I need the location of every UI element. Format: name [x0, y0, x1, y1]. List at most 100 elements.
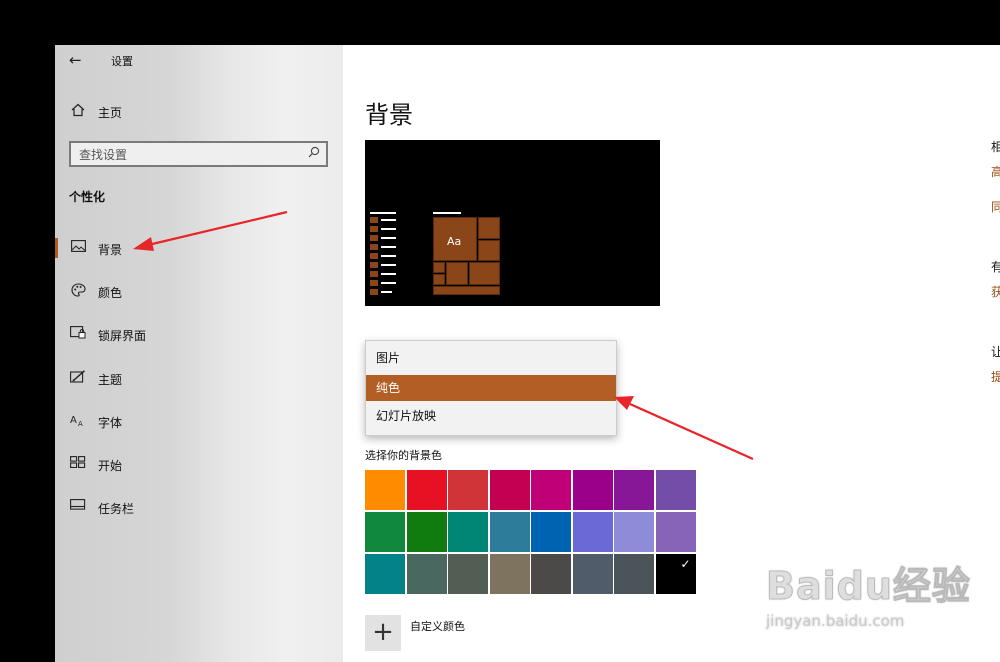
sidebar-item-home[interactable]: 主页 [55, 97, 343, 127]
preview-list-line [381, 237, 396, 239]
preview-list-line [381, 282, 396, 284]
sidebar-item-fonts[interactable]: AA 字体 [55, 406, 343, 436]
sidebar-item-colors[interactable]: 颜色 [55, 276, 343, 306]
sidebar-item-taskbar[interactable]: 任务栏 [55, 492, 343, 522]
preview-tiles-header [433, 212, 461, 214]
svg-text:A: A [78, 420, 83, 427]
color-swatch-grid: ✓ [365, 470, 696, 597]
preview-list-icon [370, 262, 378, 268]
color-swatch[interactable] [365, 554, 405, 594]
color-swatch[interactable] [655, 512, 696, 552]
sidebar-item-start[interactable]: 开始 [55, 449, 343, 479]
background-type-dropdown[interactable]: 图片 纯色 幻灯片放映 [365, 340, 617, 436]
feedback-heading: 让 [991, 345, 1000, 359]
preview-sample-text: Aa [447, 235, 462, 248]
color-swatch[interactable] [406, 512, 447, 552]
dropdown-option-slideshow[interactable]: 幻灯片放映 [366, 403, 616, 429]
checkmark-icon: ✓ [680, 557, 691, 571]
preview-list-line [381, 255, 396, 257]
section-title: 个性化 [69, 190, 106, 204]
sidebar-item-label: 主页 [98, 106, 123, 120]
title-bar: ← 设置 [55, 45, 343, 75]
preview-tile [469, 262, 500, 285]
preview-tile [433, 274, 445, 285]
color-swatch[interactable]: ✓ [655, 554, 696, 594]
dropdown-option-solid-color[interactable]: 纯色 [366, 375, 616, 401]
search-box[interactable] [69, 141, 328, 167]
picture-icon [69, 240, 87, 256]
preview-tile [478, 240, 500, 261]
search-input[interactable] [79, 146, 299, 163]
preview-list-line [381, 264, 396, 266]
preview-list-line [381, 246, 396, 248]
preview-start-menu-line [370, 212, 396, 214]
sidebar-item-lock-screen[interactable]: 锁屏界面 [55, 319, 343, 349]
preview-list-line [381, 228, 396, 230]
color-swatch[interactable] [572, 512, 613, 552]
preview-tile [433, 286, 500, 295]
lock-screen-icon [69, 326, 87, 343]
color-swatch[interactable] [531, 554, 571, 594]
color-swatch[interactable] [489, 470, 530, 510]
preview-list-row [370, 253, 398, 259]
preview-list-row [370, 244, 398, 250]
preview-tile [446, 262, 468, 285]
sidebar-item-label: 主题 [98, 373, 123, 387]
preview-list-icon [370, 226, 378, 232]
preview-list-line [381, 219, 396, 221]
app-title: 设置 [111, 55, 133, 68]
font-icon: AA [69, 414, 87, 430]
dropdown-option-picture[interactable]: 图片 [366, 345, 616, 371]
watermark: Baidu经验 jingyan.baidu.com [766, 555, 971, 631]
related-link[interactable]: 高 [991, 163, 1000, 180]
color-swatch[interactable] [489, 554, 530, 594]
sidebar-item-themes[interactable]: 主题 [55, 363, 343, 393]
color-swatch[interactable] [448, 554, 488, 594]
color-swatch[interactable] [489, 512, 530, 552]
color-swatch[interactable] [406, 470, 447, 510]
color-swatch[interactable] [572, 470, 613, 510]
feedback-link[interactable]: 提 [991, 368, 1000, 385]
color-swatch[interactable] [531, 512, 571, 552]
preview-list-row [370, 226, 398, 232]
related-settings-heading: 相 [991, 140, 1000, 154]
search-icon[interactable] [308, 146, 320, 161]
back-arrow-icon[interactable]: ← [69, 51, 82, 69]
sidebar-item-background[interactable]: 背景 [55, 233, 343, 263]
preview-list-line [381, 273, 396, 275]
sidebar-item-label: 颜色 [98, 286, 123, 300]
custom-color-label: 自定义颜色 [410, 620, 465, 633]
custom-color-button[interactable]: + [365, 615, 401, 651]
start-grid-icon [69, 456, 87, 472]
preview-list-icon [370, 235, 378, 241]
color-swatch[interactable] [655, 470, 696, 510]
color-swatch[interactable] [572, 554, 613, 594]
preview-list-row [370, 217, 398, 223]
preview-list-icon [370, 280, 378, 286]
desktop-preview: Aa [365, 140, 660, 306]
color-swatch[interactable] [614, 470, 654, 510]
preview-list-line [381, 291, 392, 293]
help-heading: 有 [991, 260, 1000, 274]
color-swatch[interactable] [448, 512, 488, 552]
color-swatch[interactable] [614, 512, 654, 552]
color-swatch[interactable] [448, 470, 488, 510]
color-swatch[interactable] [406, 554, 447, 594]
color-swatch[interactable] [365, 512, 405, 552]
preview-list-row [370, 262, 398, 268]
related-link[interactable]: 同 [991, 198, 1000, 215]
preview-list-row [370, 280, 398, 286]
help-link[interactable]: 获 [991, 283, 1000, 300]
watermark-url: jingyan.baidu.com [766, 612, 905, 630]
taskbar-icon [69, 499, 87, 514]
color-swatch[interactable] [614, 554, 654, 594]
theme-brush-icon [69, 370, 87, 387]
color-swatch[interactable] [531, 470, 571, 510]
palette-icon [69, 283, 87, 301]
sidebar-item-label: 字体 [98, 416, 123, 430]
preview-tile [478, 217, 500, 239]
sidebar-item-label: 任务栏 [98, 502, 135, 516]
page-title: 背景 [365, 101, 413, 129]
color-swatch[interactable] [365, 470, 405, 510]
preview-list-row [370, 289, 398, 295]
